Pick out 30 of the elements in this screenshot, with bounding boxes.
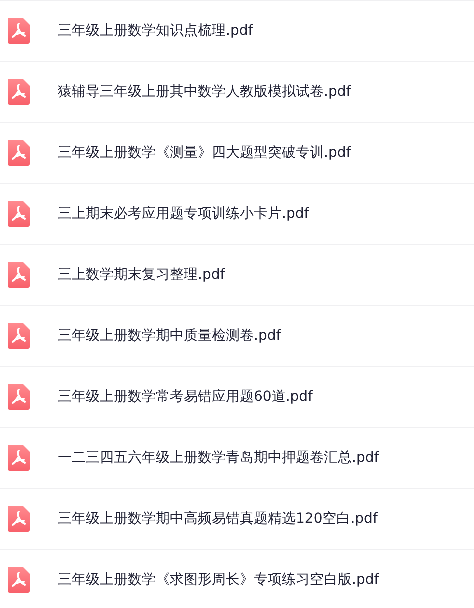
file-row[interactable]: 三上期末必考应用题专项训练小卡片.pdf <box>0 184 474 245</box>
file-name: 三上期末必考应用题专项训练小卡片.pdf <box>58 205 310 223</box>
pdf-file-icon <box>8 18 30 44</box>
pdf-file-icon <box>8 567 30 593</box>
pdf-file-icon <box>8 140 30 166</box>
file-name: 三上数学期末复习整理.pdf <box>58 266 226 284</box>
file-name: 猿辅导三年级上册其中数学人教版模拟试卷.pdf <box>58 83 352 101</box>
pdf-file-icon <box>8 445 30 471</box>
file-name: 三年级上册数学《求图形周长》专项练习空白版.pdf <box>58 571 380 589</box>
file-row[interactable]: 三上数学期末复习整理.pdf <box>0 245 474 306</box>
pdf-file-icon <box>8 262 30 288</box>
file-row[interactable]: 三年级上册数学《测量》四大题型突破专训.pdf <box>0 123 474 184</box>
file-row[interactable]: 猿辅导三年级上册其中数学人教版模拟试卷.pdf <box>0 62 474 123</box>
file-name: 三年级上册数学知识点梳理.pdf <box>58 22 254 40</box>
file-name: 三年级上册数学《测量》四大题型突破专训.pdf <box>58 144 352 162</box>
file-name: 三年级上册数学期中质量检测卷.pdf <box>58 327 282 345</box>
file-row[interactable]: 三年级上册数学《求图形周长》专项练习空白版.pdf <box>0 550 474 608</box>
file-name: 一二三四五六年级上册数学青岛期中押题卷汇总.pdf <box>58 449 380 467</box>
file-name: 三年级上册数学常考易错应用题60道.pdf <box>58 388 313 406</box>
file-row[interactable]: 一二三四五六年级上册数学青岛期中押题卷汇总.pdf <box>0 428 474 489</box>
file-row[interactable]: 三年级上册数学常考易错应用题60道.pdf <box>0 367 474 428</box>
file-row[interactable]: 三年级上册数学知识点梳理.pdf <box>0 1 474 62</box>
file-row[interactable]: 三年级上册数学期中高频易错真题精选120空白.pdf <box>0 489 474 550</box>
pdf-file-icon <box>8 384 30 410</box>
pdf-file-icon <box>8 79 30 105</box>
pdf-file-icon <box>8 323 30 349</box>
pdf-file-icon <box>8 506 30 532</box>
pdf-file-icon <box>8 201 30 227</box>
file-row[interactable]: 三年级上册数学期中质量检测卷.pdf <box>0 306 474 367</box>
file-name: 三年级上册数学期中高频易错真题精选120空白.pdf <box>58 510 378 528</box>
